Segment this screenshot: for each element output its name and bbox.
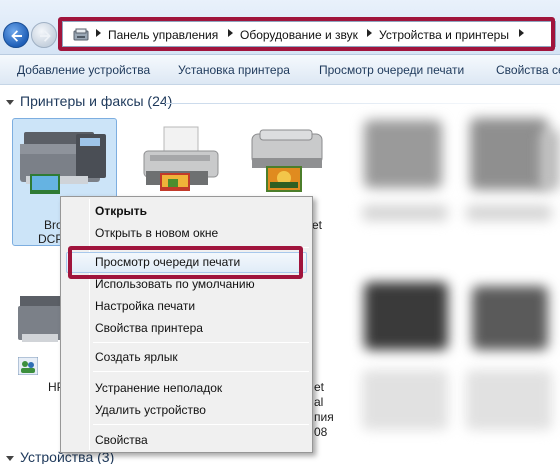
menu-separator	[93, 342, 309, 343]
device-label-line: 08	[314, 425, 328, 439]
group-divider	[165, 103, 560, 104]
device-label-line: пия	[314, 410, 334, 424]
blurred-device-label	[362, 205, 448, 221]
menu-item-printer-properties[interactable]: Свойства принтера	[95, 321, 203, 335]
menu-item-remove-device[interactable]: Удалить устройство	[95, 403, 206, 417]
menu-item-troubleshoot[interactable]: Устранение неполадок	[95, 381, 222, 395]
menu-item-highlight-frame	[68, 246, 303, 279]
menu-item-printing-preferences[interactable]: Настройка печати	[95, 299, 195, 313]
printers-group-title: Принтеры и факсы (24)	[20, 93, 173, 109]
navigation-bar: Панель управления Оборудование и звук Ус…	[0, 0, 560, 55]
forward-button[interactable]	[31, 22, 57, 48]
add-printer-button[interactable]: Установка принтера	[178, 63, 290, 77]
server-properties-button[interactable]: Свойства се	[496, 63, 560, 77]
blurred-device	[540, 130, 560, 190]
menu-item-open-new-window[interactable]: Открыть в новом окне	[95, 226, 218, 240]
inkjet-printer-icon[interactable]	[244, 126, 328, 200]
address-bar-highlight-frame	[58, 17, 555, 51]
arrow-left-icon	[11, 30, 22, 42]
menu-separator	[93, 371, 309, 372]
printers-group-header[interactable]: Принтеры и факсы (24)	[6, 93, 172, 109]
blurred-device	[364, 282, 448, 350]
menu-separator	[93, 424, 309, 425]
menu-item-open[interactable]: Открыть	[95, 204, 147, 218]
menu-item-properties[interactable]: Свойства	[95, 433, 148, 447]
blurred-device	[364, 120, 442, 188]
inkjet-printer-icon[interactable]	[140, 125, 222, 195]
multifunction-printer-icon	[20, 132, 106, 194]
shared-users-icon	[18, 357, 38, 375]
blurred-device-label	[466, 205, 552, 221]
command-bar: Добавление устройства Установка принтера…	[0, 55, 560, 85]
back-button[interactable]	[3, 22, 29, 48]
blurred-device-label	[466, 370, 552, 430]
device-label-line: et	[314, 380, 325, 394]
collapse-triangle-icon[interactable]	[6, 99, 14, 105]
context-menu: Открыть Открыть в новом окне Просмотр оч…	[60, 196, 313, 453]
collapse-triangle-icon[interactable]	[6, 455, 14, 461]
blurred-device	[470, 118, 548, 190]
blurred-device	[472, 286, 548, 350]
device-label-line: al	[314, 395, 324, 409]
menu-item-create-shortcut[interactable]: Создать ярлык	[95, 350, 178, 364]
see-print-queue-button[interactable]: Просмотр очереди печати	[319, 63, 464, 77]
devices-and-printers-window: Панель управления Оборудование и звук Ус…	[0, 0, 560, 464]
device-label: et	[312, 218, 323, 232]
add-device-button[interactable]: Добавление устройства	[17, 63, 150, 77]
blurred-device-label	[362, 370, 448, 430]
multifunction-printer-icon[interactable]	[18, 294, 62, 358]
menu-icon-gutter	[89, 199, 90, 450]
menu-item-set-as-default[interactable]: Использовать по умолчанию	[95, 277, 255, 291]
arrow-right-icon	[40, 30, 51, 42]
